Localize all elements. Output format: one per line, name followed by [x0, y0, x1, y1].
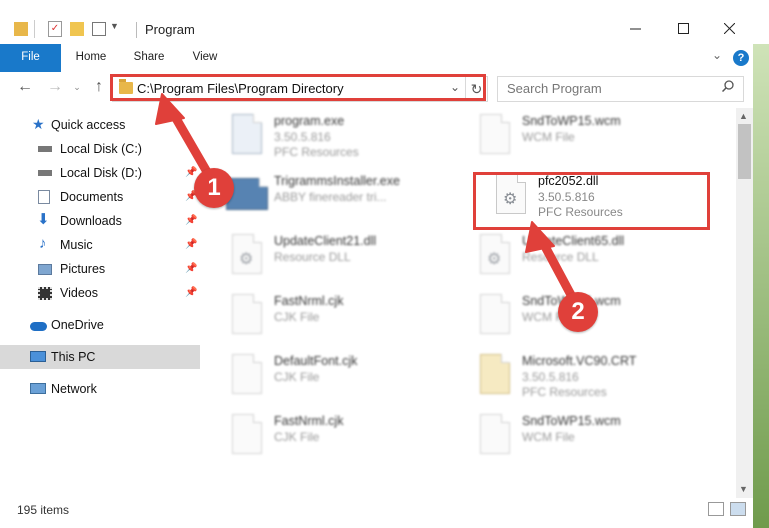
arrow-2-head: [525, 221, 555, 253]
arrow-1-head: [155, 93, 185, 125]
step-badge-1: 1: [194, 168, 234, 208]
annotation-arrows: [155, 93, 583, 313]
step-badge-2: 2: [558, 292, 598, 332]
explorer-window: ✓ ▼ Program File Home Share View ⌄ ? ← →…: [0, 0, 769, 528]
desktop-background: [753, 44, 769, 528]
